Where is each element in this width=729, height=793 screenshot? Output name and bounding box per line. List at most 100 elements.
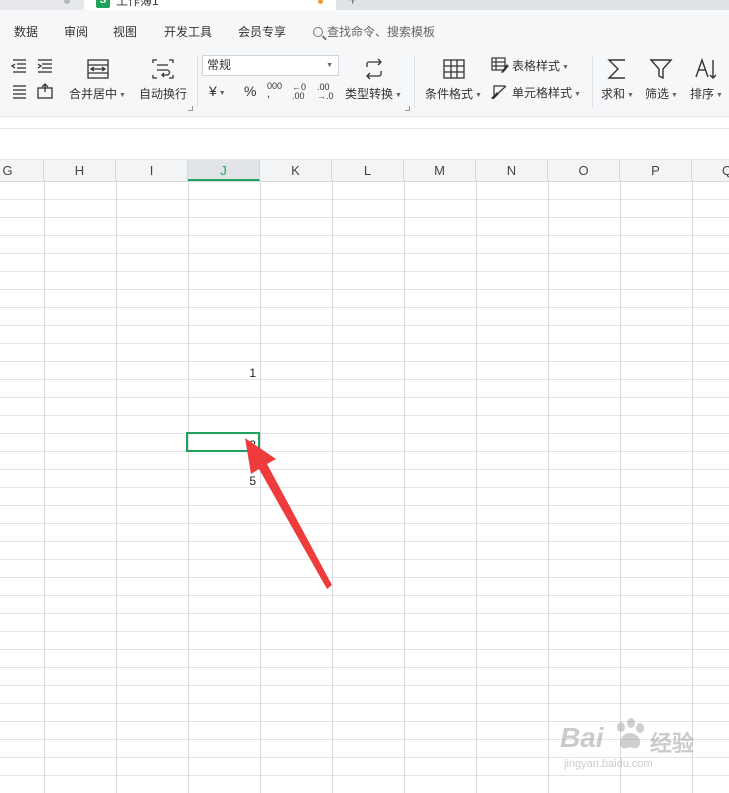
column-header-l[interactable]: L [332,160,404,181]
column-header-k[interactable]: K [260,160,332,181]
grid-column-line [476,182,477,793]
cell-style-button[interactable]: 单元格样式 ▼ [512,86,581,103]
column-header-m[interactable]: M [404,160,476,181]
ribbon: 合并居中 ▼ 自动换行 常规 ▼ ¥ ▼ % 000 , ←0.00 .00 →.0 … [0,46,729,116]
spreadsheet-icon: S [96,0,110,8]
grid-column-line [44,182,45,793]
alignment-launcher-icon[interactable] [188,106,193,111]
grid-column-line [332,182,333,793]
conditional-format-button[interactable]: 条件格式 ▼ [425,87,482,104]
number-format-select[interactable]: 常规 ▼ [202,55,339,76]
conditional-format-label: 条件格式 [425,87,474,101]
dropdown-caret-icon: ▼ [218,90,226,97]
filter-label: 筛选 [645,87,670,101]
grid-column-line [404,182,405,793]
ribbon-separator [197,56,198,108]
tab-title: 工作簿1 [116,0,159,8]
grid-column-line [188,182,189,793]
decrease-decimal-button[interactable]: .00 →.0 [317,83,334,101]
currency-symbol: ¥ [209,83,217,99]
watermark-brand: Bai [560,722,604,753]
sum-button[interactable]: 求和 ▼ [601,87,634,104]
cell-grid[interactable]: 1 3 5 [0,182,729,793]
table-style-label: 表格样式 [512,59,561,73]
dropdown-caret-icon: ▼ [119,92,126,99]
column-header-n[interactable]: N [476,160,548,181]
type-convert-label: 类型转换 [345,87,394,101]
cell-style-icon [491,85,507,99]
search-icon [313,27,323,37]
tab-workbook[interactable]: S 工作簿1 [84,0,336,10]
chevron-down-icon: ▼ [326,62,333,69]
dropdown-caret-icon: ▼ [671,92,678,99]
sum-label: 求和 [601,87,626,101]
column-header-h[interactable]: H [44,160,116,181]
watermark: Bai 经验 jingyan.baidu.com [560,716,726,776]
column-header-q[interactable]: Q [692,160,729,181]
command-search[interactable]: 查找命令、搜索模板 [313,24,435,40]
currency-button[interactable]: ¥ ▼ [209,84,226,102]
thousands-comma: , [267,88,271,100]
increase-decimal-bottom: .00 [292,91,305,101]
sum-icon [607,59,625,79]
wrap-text-button[interactable]: 自动换行 [139,87,187,101]
column-header-g[interactable]: G [0,160,44,181]
watermark-suffix: 经验 [650,731,695,756]
formula-area [0,116,729,128]
dropdown-caret-icon: ▼ [627,92,634,99]
unsaved-dot-icon [318,0,323,4]
menu-view[interactable]: 视图 [113,24,137,40]
column-header-j[interactable]: J [188,160,260,181]
increase-decimal-button[interactable]: ←0.00 [292,83,306,101]
number-launcher-icon[interactable] [405,106,410,111]
ribbon-separator [414,56,415,108]
grid-column-line [548,182,549,793]
paw-logo-icon [617,718,644,749]
dropdown-caret-icon: ▼ [395,92,402,99]
decrease-decimal-bottom: →.0 [317,91,334,101]
tab-close-icon[interactable] [64,0,70,4]
dropdown-caret-icon: ▼ [716,92,723,99]
menu-data[interactable]: 数据 [14,24,38,40]
merge-center-label: 合并居中 [69,87,118,101]
sort-label: 排序 [690,87,715,101]
command-search-placeholder: 查找命令、搜索模板 [327,25,436,39]
column-header-i[interactable]: I [116,160,188,181]
menu-bar: 数据 审阅 视图 开发工具 会员专享 查找命令、搜索模板 [0,10,729,46]
formula-bar[interactable] [0,128,729,160]
merge-center-icon [87,59,109,79]
dropdown-caret-icon: ▼ [574,91,581,98]
percent-button[interactable]: % [244,84,256,98]
menu-developer[interactable]: 开发工具 [164,24,212,40]
tab-strip: S 工作簿1 + [0,0,729,10]
type-convert-button[interactable]: 类型转换 ▼ [345,87,402,104]
column-header-o[interactable]: O [548,160,620,181]
cell-style-label: 单元格样式 [512,86,573,100]
active-cell-selection[interactable] [186,432,260,452]
filter-button[interactable]: 筛选 ▼ [645,87,678,104]
column-header-row: G H I J K L M N O P Q [0,160,729,182]
menu-review[interactable]: 审阅 [64,24,88,40]
filter-icon [649,59,673,80]
column-header-p[interactable]: P [620,160,692,181]
merge-center-button[interactable]: 合并居中 ▼ [69,87,126,104]
table-style-button[interactable]: 表格样式 ▼ [512,59,569,76]
wrap-text-icon [152,59,174,79]
dropdown-caret-icon: ▼ [562,64,569,71]
sort-icon [695,57,717,79]
menu-member[interactable]: 会员专享 [238,24,286,40]
table-style-icon [491,57,509,73]
ribbon-separator [592,56,593,108]
grid-column-line [692,182,693,793]
watermark-url: jingyan.baidu.com [564,758,653,770]
number-format-value: 常规 [207,58,232,72]
sort-button[interactable]: 排序 ▼ [690,87,723,104]
grid-column-line [260,182,261,793]
cell-j-value-5: 5 [249,474,256,488]
cell-j-value-1: 1 [249,366,256,380]
dropdown-caret-icon: ▼ [475,92,482,99]
new-tab-button[interactable]: + [348,0,357,9]
grid-column-line [116,182,117,793]
tab-previous[interactable] [0,0,84,10]
indent-icons [10,59,53,99]
